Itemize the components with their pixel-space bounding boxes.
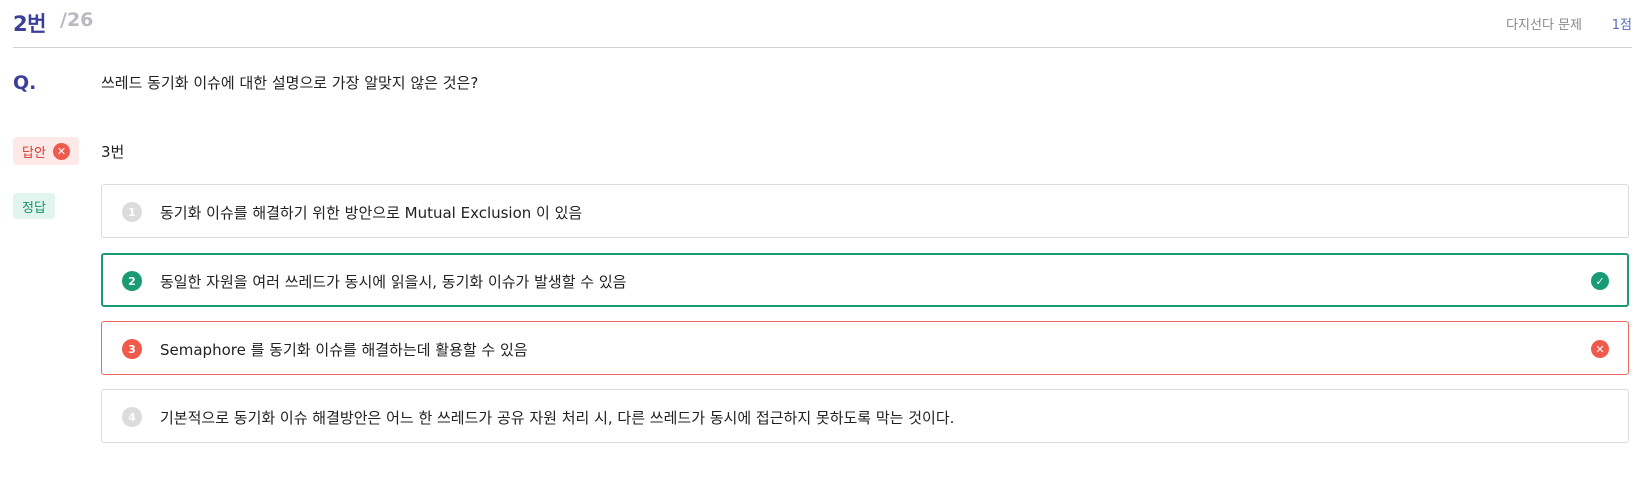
option-number: 2 xyxy=(122,271,142,291)
option-number: 3 xyxy=(122,339,142,359)
submitted-answer-label: 답안 xyxy=(22,145,46,161)
option-text: 동기화 이슈를 해결하기 위한 방안으로 Mutual Exclusion 이 … xyxy=(160,204,583,222)
correct-answer-badge: 정답 xyxy=(13,193,55,219)
question-total: /26 xyxy=(60,9,94,31)
option-1[interactable]: 1 동기화 이슈를 해결하기 위한 방안으로 Mutual Exclusion … xyxy=(101,184,1629,238)
option-text: 기본적으로 동기화 이슈 해결방안은 어느 한 쓰레드가 공유 자원 처리 시,… xyxy=(160,409,955,427)
option-number: 1 xyxy=(122,202,142,222)
question-text: 쓰레드 동기화 이슈에 대한 설명으로 가장 알맞지 않은 것은? xyxy=(101,74,479,92)
option-text: Semaphore 를 동기화 이슈를 해결하는데 활용할 수 있음 xyxy=(160,341,528,359)
x-circle-icon: ✕ xyxy=(1591,340,1609,358)
incorrect-icon: ✕ xyxy=(52,142,70,160)
submitted-answer-badge: 답안 ✕ xyxy=(13,137,79,165)
check-circle-icon: ✓ xyxy=(1591,272,1609,290)
question-label: Q. xyxy=(13,72,37,94)
question-number: 2번 xyxy=(13,12,46,36)
submitted-answer-value: 3번 xyxy=(101,143,125,161)
question-type: 다지선다 문제 xyxy=(1506,18,1582,33)
option-text: 동일한 자원을 여러 쓰레드가 동시에 읽을시, 동기화 이슈가 발생할 수 있… xyxy=(160,273,627,291)
option-2[interactable]: 2 동일한 자원을 여러 쓰레드가 동시에 읽을시, 동기화 이슈가 발생할 수… xyxy=(101,253,1629,307)
correct-answer-label: 정답 xyxy=(22,200,46,216)
option-4[interactable]: 4 기본적으로 동기화 이슈 해결방안은 어느 한 쓰레드가 공유 자원 처리 … xyxy=(101,389,1629,443)
option-3[interactable]: 3 Semaphore 를 동기화 이슈를 해결하는데 활용할 수 있음 ✕ xyxy=(101,321,1629,375)
question-header: 2번 /26 다지선다 문제 1점 xyxy=(13,0,1632,48)
question-points: 1점 xyxy=(1611,18,1632,33)
option-number: 4 xyxy=(122,407,142,427)
